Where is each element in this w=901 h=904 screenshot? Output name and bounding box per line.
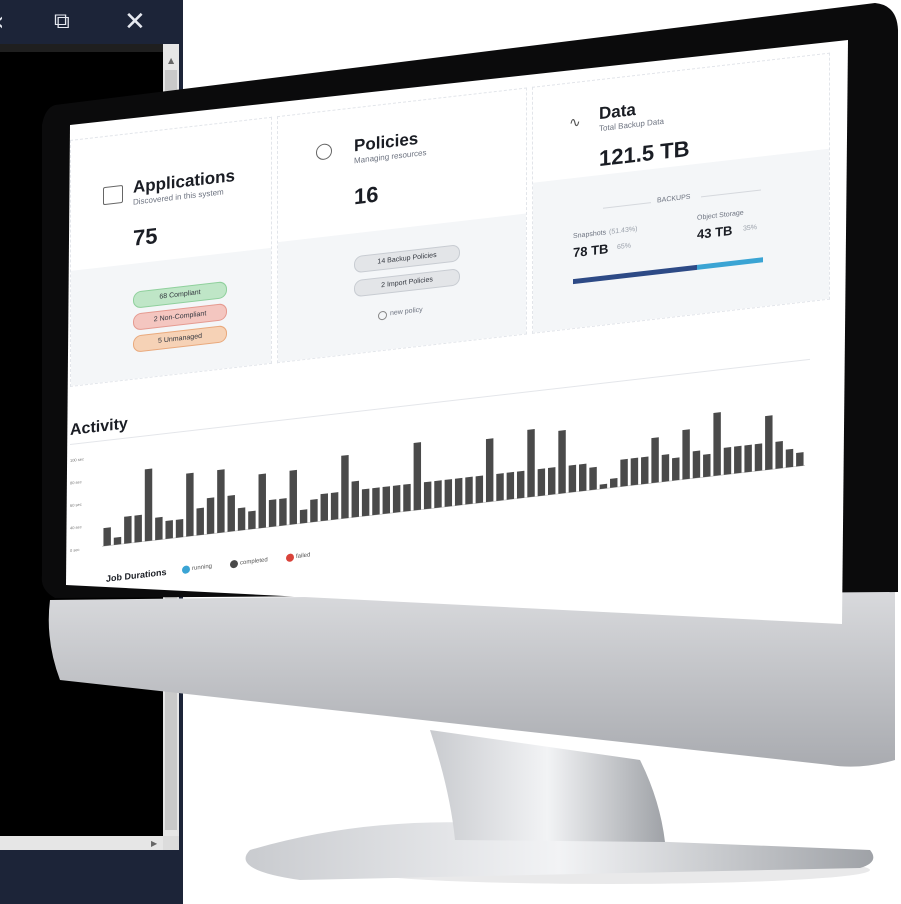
dashboard-screen: Applications Discovered in this system 7… — [70, 0, 830, 640]
activity-bar[interactable] — [124, 515, 132, 544]
activity-bar[interactable] — [734, 445, 742, 474]
legend-completed: completed — [240, 557, 268, 567]
activity-bar[interactable] — [651, 437, 659, 484]
activity-bar[interactable] — [434, 480, 442, 509]
activity-bar[interactable] — [444, 479, 453, 507]
activity-bar[interactable] — [785, 448, 794, 468]
activity-bar[interactable] — [423, 481, 432, 510]
activity-bar[interactable] — [796, 452, 804, 467]
policies-count: 16 — [354, 181, 379, 210]
activity-bar[interactable] — [351, 480, 360, 518]
activity-bar[interactable] — [382, 486, 391, 515]
activity-bar[interactable] — [165, 520, 173, 540]
activity-bar[interactable] — [672, 457, 680, 481]
activity-bar[interactable] — [661, 454, 670, 482]
activity-bar[interactable] — [589, 466, 597, 491]
activity-bar[interactable] — [506, 471, 515, 500]
activity-chart: 100 sec 80 sec 60 sec 40 sec 0 sec — [70, 412, 805, 553]
activity-bar[interactable] — [641, 456, 649, 485]
activity-bar[interactable] — [289, 469, 297, 525]
activity-bar[interactable] — [775, 441, 783, 469]
activity-bar[interactable] — [361, 488, 370, 517]
activity-bar[interactable] — [237, 507, 246, 531]
activity-bar[interactable] — [630, 457, 639, 486]
applications-count: 75 — [133, 222, 158, 251]
activity-bar[interactable] — [330, 492, 339, 520]
activity-bar[interactable] — [103, 527, 111, 547]
y-tick-label: 40 sec — [70, 524, 82, 530]
activity-bar[interactable] — [206, 497, 215, 535]
policies-card[interactable]: Policies Managing resources 16 14 Backup… — [277, 87, 527, 364]
activity-bar[interactable] — [475, 475, 484, 504]
activity-bar[interactable] — [485, 438, 494, 503]
activity-bar[interactable] — [372, 487, 380, 516]
activity-bar[interactable] — [703, 453, 711, 478]
activity-bar[interactable] — [186, 472, 194, 537]
activity-bar[interactable] — [268, 499, 277, 528]
activity-bar[interactable] — [299, 509, 308, 524]
award-icon — [316, 142, 332, 161]
activity-bar[interactable] — [547, 467, 556, 496]
activity-bar[interactable] — [620, 458, 628, 487]
activity-bar[interactable] — [175, 518, 184, 538]
activity-bar[interactable] — [527, 429, 535, 498]
job-durations-label: Job Durations — [106, 566, 167, 584]
activity-bar[interactable] — [279, 498, 287, 526]
legend-failed: failed — [296, 552, 311, 561]
activity-bar[interactable] — [558, 429, 566, 494]
activity-bar[interactable] — [341, 454, 349, 519]
activity-bar[interactable] — [692, 450, 701, 479]
activity-bar[interactable] — [196, 507, 204, 536]
activity-bar[interactable] — [258, 473, 266, 529]
data-card[interactable]: ∿ Data Total Backup Data 121.5 TB BACKUP… — [532, 52, 830, 334]
activity-bar[interactable] — [392, 485, 401, 513]
activity-bar[interactable] — [723, 446, 732, 475]
activity-bar[interactable] — [744, 444, 752, 473]
activity-bar[interactable] — [568, 464, 577, 493]
activity-bar[interactable] — [754, 443, 763, 472]
y-tick-label: 60 sec — [70, 502, 82, 508]
activity-bar[interactable] — [496, 473, 504, 501]
activity-title: Activity — [70, 415, 128, 439]
applications-card[interactable]: Applications Discovered in this system 7… — [70, 116, 272, 388]
legend-running: running — [192, 563, 213, 572]
legend-completed-dot — [230, 559, 238, 569]
y-tick-label: 80 sec — [70, 479, 82, 485]
activity-bar[interactable] — [413, 442, 422, 511]
y-tick-label: 100 sec — [70, 456, 84, 463]
activity-bar[interactable] — [144, 468, 153, 542]
activity-bar[interactable] — [134, 514, 142, 543]
legend-failed-dot — [286, 553, 294, 563]
activity-bar[interactable] — [610, 478, 618, 488]
activity-bar[interactable] — [599, 483, 608, 490]
activity-bar[interactable] — [227, 495, 235, 532]
activity-bar[interactable] — [465, 476, 473, 505]
activity-bar[interactable] — [713, 412, 721, 477]
activity-bar[interactable] — [320, 493, 328, 522]
activity-bar[interactable] — [113, 536, 122, 545]
data-trend-icon: ∿ — [569, 114, 581, 132]
y-tick-label: 0 sec — [70, 547, 80, 553]
activity-bar[interactable] — [310, 499, 318, 523]
activity-bar[interactable] — [516, 470, 525, 499]
activity-bar[interactable] — [454, 477, 463, 506]
applications-icon — [103, 184, 123, 206]
activity-bar[interactable] — [248, 510, 256, 530]
activity-bar[interactable] — [403, 483, 411, 512]
legend-running-dot — [182, 565, 190, 575]
activity-bar[interactable] — [682, 429, 690, 480]
activity-bar[interactable] — [217, 469, 225, 534]
activity-bar[interactable] — [579, 463, 587, 492]
activity-bar[interactable] — [537, 468, 546, 497]
activity-bar[interactable] — [765, 415, 773, 471]
activity-bar[interactable] — [155, 516, 163, 541]
